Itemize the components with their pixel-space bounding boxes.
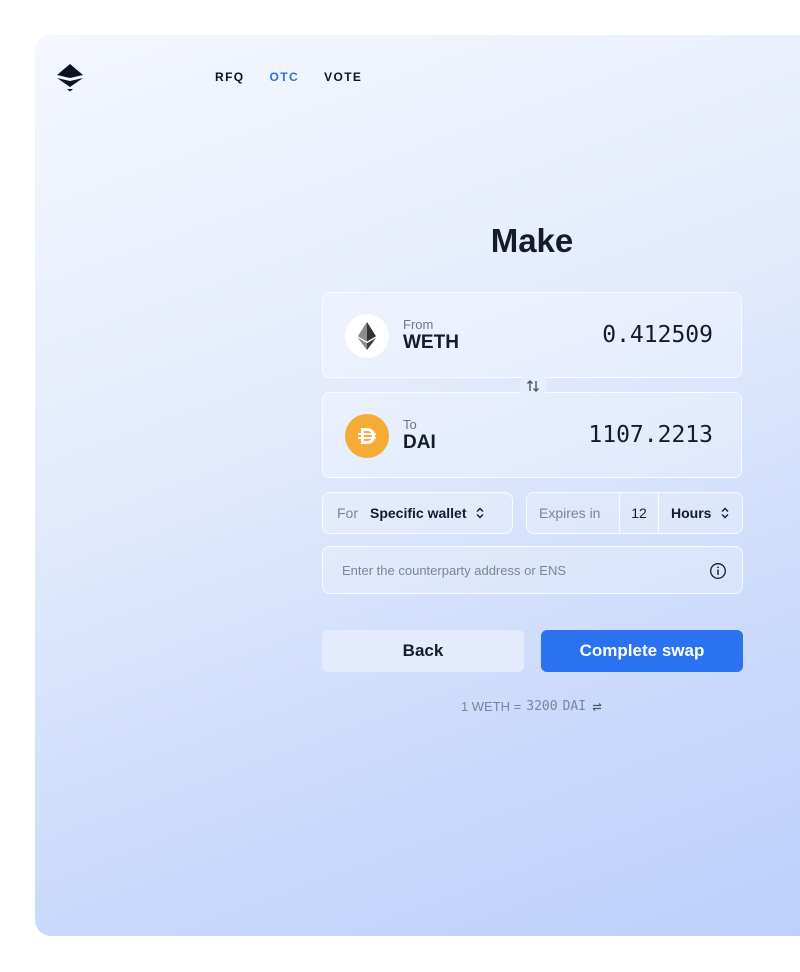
rate-quote: DAI <box>562 699 587 714</box>
nav-rfq[interactable]: RFQ <box>215 70 245 84</box>
chevron-updown-icon[interactable] <box>720 507 730 519</box>
swap-arrows-icon <box>527 380 539 392</box>
main-nav: RFQ OTC VOTE <box>215 70 362 84</box>
info-icon[interactable] <box>709 562 727 580</box>
exchange-rate: 1 WETH = 3200 DAI <box>322 699 742 714</box>
invert-rate-icon[interactable] <box>591 702 603 712</box>
to-direction-label: To <box>403 417 417 432</box>
counterparty-value[interactable]: Specific wallet <box>370 505 466 521</box>
dai-icon[interactable] <box>345 414 389 458</box>
chevron-updown-icon[interactable] <box>475 507 485 519</box>
nav-otc[interactable]: OTC <box>270 70 300 84</box>
page-title: Make <box>490 222 574 259</box>
to-token-symbol[interactable]: DAI <box>403 432 436 454</box>
from-direction-label: From <box>403 317 434 332</box>
from-token-symbol[interactable]: WETH <box>403 332 459 354</box>
expiry-field: Expires in 12 Hours <box>526 492 743 534</box>
ethereum-icon[interactable] <box>345 314 389 358</box>
counterparty-address-input[interactable] <box>340 561 704 579</box>
expiry-unit-select[interactable]: Hours <box>671 505 711 521</box>
swap-direction-button[interactable] <box>519 372 547 400</box>
rate-value: 3200 <box>526 699 558 714</box>
complete-swap-button[interactable]: Complete swap <box>541 630 743 672</box>
to-token-box[interactable]: To DAI 1107.2213 <box>322 392 742 478</box>
expiry-amount-input[interactable]: 12 <box>619 493 659 533</box>
expiry-label: Expires in <box>539 505 601 521</box>
rate-base: 1 WETH = <box>460 699 522 714</box>
airswap-logo-icon[interactable] <box>54 62 86 92</box>
address-field <box>322 546 743 594</box>
counterparty-label: For <box>337 505 358 521</box>
from-token-box[interactable]: From WETH 0.412509 <box>322 292 742 378</box>
nav-vote[interactable]: VOTE <box>324 70 362 84</box>
to-amount[interactable]: 1107.2213 <box>588 422 713 448</box>
counterparty-select[interactable]: For Specific wallet <box>322 492 513 534</box>
from-amount[interactable]: 0.412509 <box>602 322 713 348</box>
app-panel <box>35 35 800 936</box>
back-button[interactable]: Back <box>322 630 524 672</box>
